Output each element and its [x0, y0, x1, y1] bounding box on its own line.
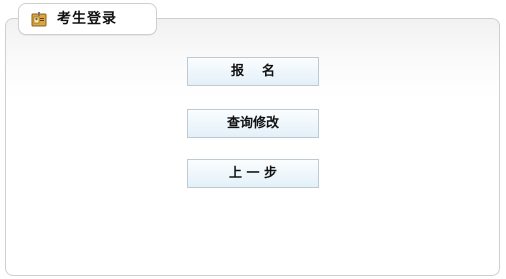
- query-modify-button[interactable]: 查询修改: [187, 109, 319, 138]
- login-page: 考生登录 报 名 查询修改 上 一 步: [0, 0, 506, 279]
- panel-tab: 考生登录: [18, 3, 157, 35]
- register-button[interactable]: 报 名: [187, 57, 319, 86]
- previous-step-button[interactable]: 上 一 步: [187, 159, 319, 188]
- id-card-icon: [31, 11, 47, 27]
- panel-title: 考生登录: [57, 11, 117, 27]
